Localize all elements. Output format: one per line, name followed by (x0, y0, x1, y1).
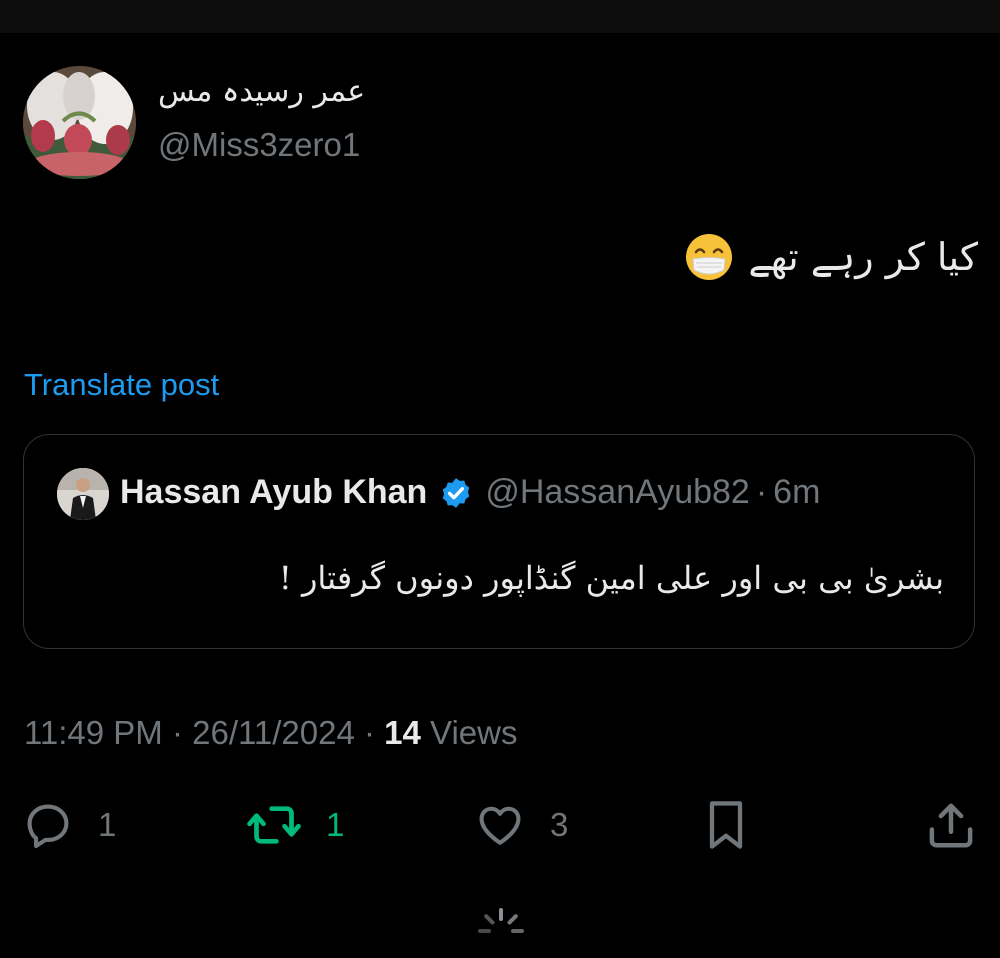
face-with-medical-mask-icon (686, 234, 733, 280)
quoted-post-text: بشریٰ بی بی اور علی امین گنڈاپور دونوں گ… (278, 559, 944, 597)
views-label: Views (420, 714, 518, 751)
post-text: کیا کر رہے تھے (684, 232, 978, 282)
post-timestamp[interactable]: 11:49 PM · 26/11/2024 · (24, 714, 384, 751)
post-meta: 11:49 PM · 26/11/2024 · 14 Views (24, 714, 518, 752)
quoted-post-header: Hassan Ayub Khan @HassanAyub82 · 6m (120, 473, 820, 512)
author-handle[interactable]: @Miss3zero1 (158, 126, 360, 164)
author-avatar[interactable] (23, 66, 136, 179)
quoted-author-name[interactable]: Hassan Ayub Khan (120, 473, 427, 512)
quoted-post-time[interactable]: 6m (773, 473, 820, 512)
quoted-author-avatar[interactable] (57, 468, 109, 520)
loading-spinner-icon (478, 908, 524, 933)
reply-icon (27, 804, 69, 849)
action-bar: 1 1 3 (0, 790, 1000, 860)
bookmark-icon (709, 801, 743, 849)
bookmark-button[interactable] (700, 790, 752, 860)
quoted-author-handle[interactable]: @HassanAyub82 (485, 473, 750, 512)
like-count: 3 (550, 806, 569, 843)
like-button[interactable]: 3 (474, 790, 568, 860)
quoted-separator: · (755, 473, 768, 511)
views-count: 14 (384, 714, 421, 751)
top-bar (0, 0, 1000, 33)
like-icon (479, 806, 521, 845)
translate-post-link[interactable]: Translate post (24, 367, 219, 403)
repost-icon (247, 806, 301, 844)
quoted-post-card[interactable]: Hassan Ayub Khan @HassanAyub82 · 6m بشری… (23, 434, 975, 649)
share-icon (929, 803, 973, 848)
repost-count: 1 (326, 806, 345, 843)
share-button[interactable] (924, 790, 978, 860)
repost-button[interactable]: 1 (246, 790, 344, 860)
reply-button[interactable]: 1 (22, 790, 116, 860)
reply-count: 1 (98, 806, 117, 843)
verified-badge-icon (443, 477, 470, 508)
author-display-name[interactable]: عمر رسیدہ مس (158, 74, 365, 109)
post-text-content: کیا کر رہے تھے (748, 235, 978, 279)
